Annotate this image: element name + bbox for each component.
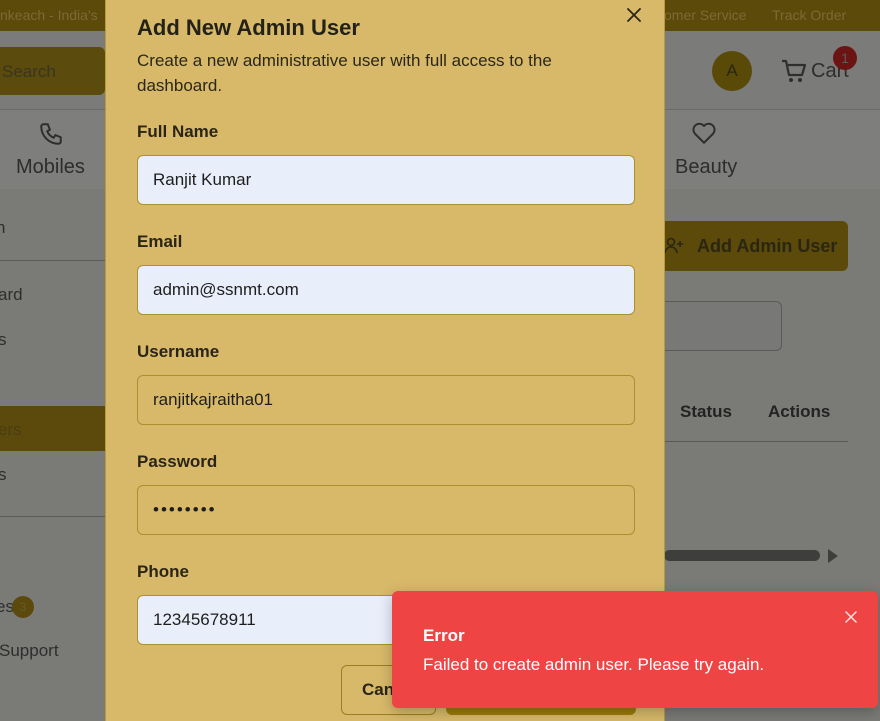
toast-title: Error	[423, 626, 465, 645]
email-field[interactable]	[137, 265, 635, 315]
filter-input[interactable]	[664, 301, 782, 351]
add-admin-user-button[interactable]: Add Admin User	[664, 221, 848, 271]
scroll-right-arrow[interactable]	[828, 549, 838, 563]
sidebar-item-2[interactable]: s	[0, 330, 7, 350]
password-label: Password	[137, 452, 218, 471]
sidebar-item-0[interactable]: n	[0, 218, 5, 238]
customer-service-link[interactable]: omer Service	[664, 7, 746, 23]
column-header-actions: Actions	[768, 402, 831, 421]
promo-text: nkeach - India's	[0, 7, 98, 23]
sidebar-divider	[0, 516, 105, 517]
cart-icon[interactable]	[780, 58, 808, 84]
horizontal-scrollbar[interactable]	[664, 550, 820, 561]
sidebar-divider	[0, 260, 105, 261]
column-header-status: Status	[680, 402, 732, 421]
email-label: Email	[137, 232, 183, 251]
sidebar-item-label: ers	[0, 420, 22, 439]
category-beauty[interactable]: Beauty	[675, 156, 737, 179]
user-plus-icon	[664, 237, 683, 254]
modal-title: Add New Admin User	[137, 15, 360, 40]
username-field[interactable]	[137, 375, 635, 425]
password-field[interactable]	[137, 485, 635, 535]
close-icon[interactable]	[624, 5, 644, 25]
search-placeholder: Search	[2, 62, 56, 81]
cart-count-badge: 1	[833, 46, 857, 70]
close-icon[interactable]	[843, 609, 859, 625]
full-name-label: Full Name	[137, 122, 219, 141]
sidebar-item-4[interactable]: s	[0, 465, 7, 485]
heart-icon	[692, 122, 716, 144]
phone-icon	[40, 123, 62, 145]
track-order-link[interactable]: Track Order	[772, 7, 846, 23]
table-header-divider	[664, 441, 848, 442]
modal-description: Create a new administrative user with fu…	[137, 51, 552, 95]
phone-label: Phone	[137, 562, 189, 581]
user-avatar[interactable]: A	[712, 51, 752, 91]
category-mobiles[interactable]: Mobiles	[16, 156, 85, 179]
username-label: Username	[137, 342, 220, 361]
search-bar[interactable]: Search	[0, 47, 105, 95]
toast-message: Failed to create admin user. Please try …	[423, 655, 765, 674]
error-toast: Error Failed to create admin user. Pleas…	[392, 591, 878, 708]
full-name-field[interactable]	[137, 155, 635, 205]
add-admin-user-label: Add Admin User	[697, 236, 838, 256]
sidebar-item-dashboard[interactable]: ard	[0, 285, 23, 305]
sidebar-item-admin-users-active[interactable]: ers	[0, 406, 105, 451]
sidebar-badge: 3	[12, 596, 34, 618]
sidebar-item-support[interactable]: Support	[0, 641, 59, 661]
